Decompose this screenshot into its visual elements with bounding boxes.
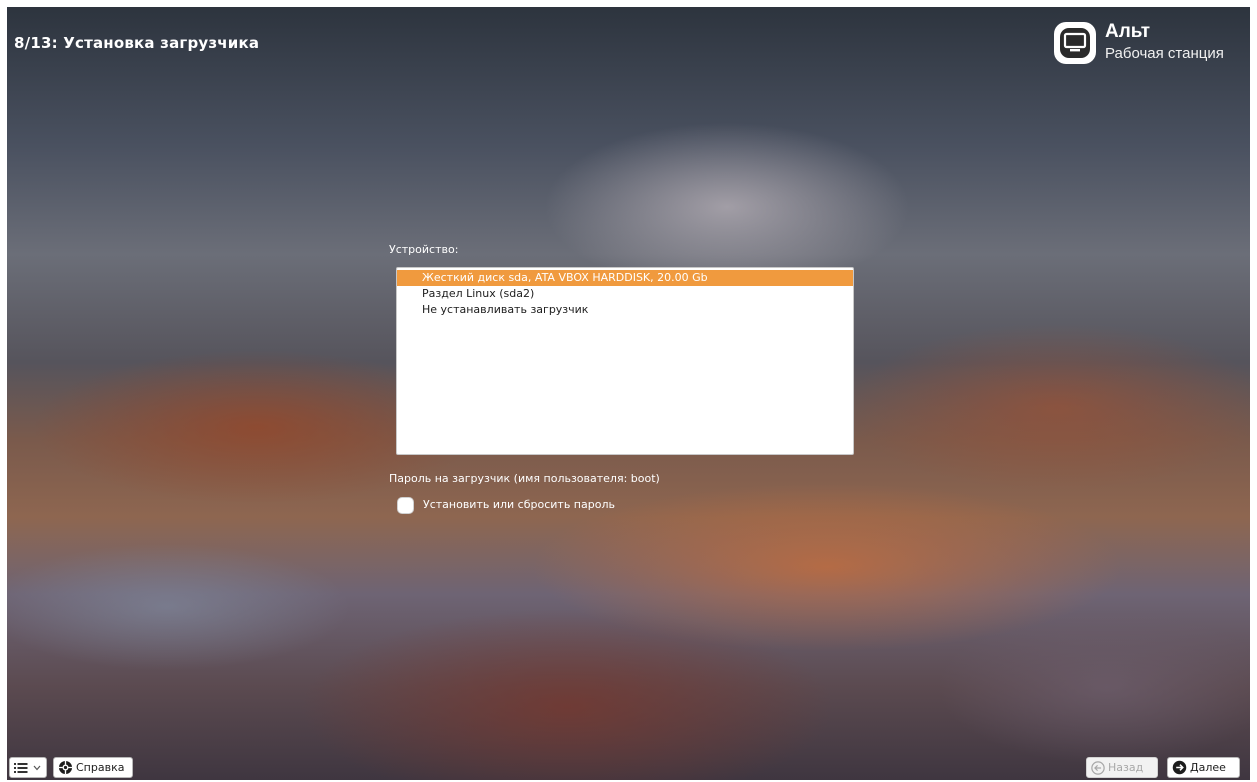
back-label: Назад [1108,761,1144,774]
chevron-down-icon [33,765,41,770]
list-icon [14,762,28,773]
back-button[interactable]: Назад [1086,757,1158,778]
arrow-right-icon [1172,760,1187,775]
lifebuoy-icon [58,760,73,775]
next-button[interactable]: Далее [1167,757,1240,778]
logo-subtitle: Рабочая станция [1105,45,1224,62]
set-password-checkbox[interactable] [397,497,414,514]
arrow-left-icon [1091,760,1105,775]
logo-name: Альт [1105,21,1151,42]
installer-screen: 8/13: Установка загрузчика Альт Рабочая … [7,7,1250,780]
device-item-sda[interactable]: Жесткий диск sda, ATA VBOX HARDDISK, 20.… [397,270,853,286]
device-list[interactable]: Жесткий диск sda, ATA VBOX HARDDISK, 20.… [396,267,854,455]
set-password-label[interactable]: Установить или сбросить пароль [423,498,615,511]
device-item-no-bootloader[interactable]: Не устанавливать загрузчик [397,302,853,318]
help-label: Справка [76,761,125,774]
device-label: Устройство: [389,243,459,256]
next-label: Далее [1190,761,1226,774]
device-item-sda2[interactable]: Раздел Linux (sda2) [397,286,853,302]
step-title: 8/13: Установка загрузчика [14,34,260,52]
bootloader-password-label: Пароль на загрузчик (имя пользователя: b… [389,472,660,485]
menu-button[interactable] [9,757,47,778]
monitor-logo-icon [1054,22,1096,64]
help-button[interactable]: Справка [53,757,133,778]
alt-logo: Альт Рабочая станция [1054,17,1244,69]
